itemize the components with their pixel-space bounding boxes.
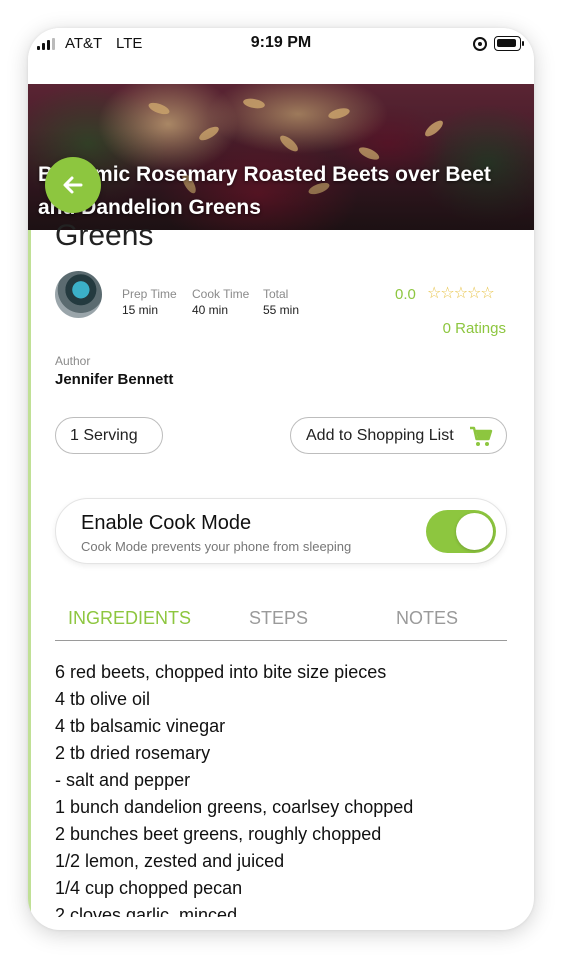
total-time-label: Total — [263, 287, 289, 301]
total-time: Total 55 min — [263, 287, 299, 317]
cart-icon — [470, 426, 493, 446]
list-item: - salt and pepper — [55, 770, 191, 790]
author-label: Author — [55, 354, 91, 368]
list-item: 4 tb balsamic vinegar — [55, 716, 226, 736]
recipe-hero-image: Balsamic Rosemary Roasted Beets over Bee… — [28, 84, 534, 230]
prep-time-value: 15 min — [122, 303, 159, 317]
tab-divider — [55, 640, 507, 641]
list-item: 1/2 lemon, zested and juiced — [55, 851, 285, 871]
list-item: 2 bunches beet greens, roughly chopped — [55, 824, 382, 844]
rotation-lock-icon — [473, 37, 487, 51]
recipe-title-overflow: Greens — [55, 219, 154, 252]
shopping-label: Add to Shopping List — [306, 427, 454, 444]
tab-steps[interactable]: STEPS — [249, 608, 308, 629]
rating-stars[interactable]: ☆☆☆☆☆ — [427, 283, 495, 303]
status-time: 9:19 PM — [250, 34, 312, 51]
list-item: 2 tb dried rosemary — [55, 743, 211, 763]
list-item: 6 red beets, chopped into bite size piec… — [55, 662, 387, 682]
back-button[interactable] — [45, 157, 101, 213]
add-to-shopping-list-button[interactable]: Add to Shopping List — [290, 417, 507, 454]
tab-ingredients[interactable]: INGREDIENTS — [68, 608, 191, 629]
servings-label: 1 Serving — [70, 427, 138, 444]
list-item: 1/4 cup chopped pecan — [55, 878, 243, 898]
prep-time: Prep Time 15 min — [122, 287, 177, 317]
cook-mode-toggle[interactable] — [426, 510, 496, 553]
battery-icon — [494, 36, 524, 51]
recipe-title: Balsamic Rosemary Roasted Beets over Bee… — [38, 163, 491, 219]
toggle-knob — [456, 513, 493, 550]
cook-mode-subtitle: Cook Mode prevents your phone from sleep… — [81, 539, 352, 554]
phone-frame: AT&T LTE 9:19 PM Balsamic Rosemary Roast… — [28, 28, 534, 930]
prep-time-label: Prep Time — [122, 287, 177, 301]
total-time-value: 55 min — [263, 303, 300, 317]
tab-notes[interactable]: NOTES — [396, 608, 458, 629]
cook-time: Cook Time 40 min — [192, 287, 249, 317]
servings-button[interactable]: 1 Serving — [55, 417, 163, 454]
author-name[interactable]: Jennifer Bennett — [55, 371, 173, 388]
cook-time-value: 40 min — [192, 303, 229, 317]
cook-time-label: Cook Time — [192, 287, 250, 301]
author-avatar[interactable] — [55, 271, 102, 318]
ingredients-list: 6 red beets, chopped into bite size piec… — [55, 659, 515, 917]
cook-mode-title: Enable Cook Mode — [81, 512, 252, 534]
rating-score: 0.0 — [395, 286, 416, 303]
status-bar: AT&T LTE 9:19 PM — [28, 28, 534, 84]
list-item: 4 tb olive oil — [55, 689, 151, 709]
cook-mode-card: Enable Cook Mode Cook Mode prevents your… — [55, 498, 507, 564]
ratings-count-link[interactable]: 0 Ratings — [443, 320, 506, 337]
list-item: 2 cloves garlic, minced — [55, 905, 238, 917]
arrow-left-icon — [63, 176, 83, 194]
list-item: 1 bunch dandelion greens, coarlsey chopp… — [55, 797, 414, 817]
